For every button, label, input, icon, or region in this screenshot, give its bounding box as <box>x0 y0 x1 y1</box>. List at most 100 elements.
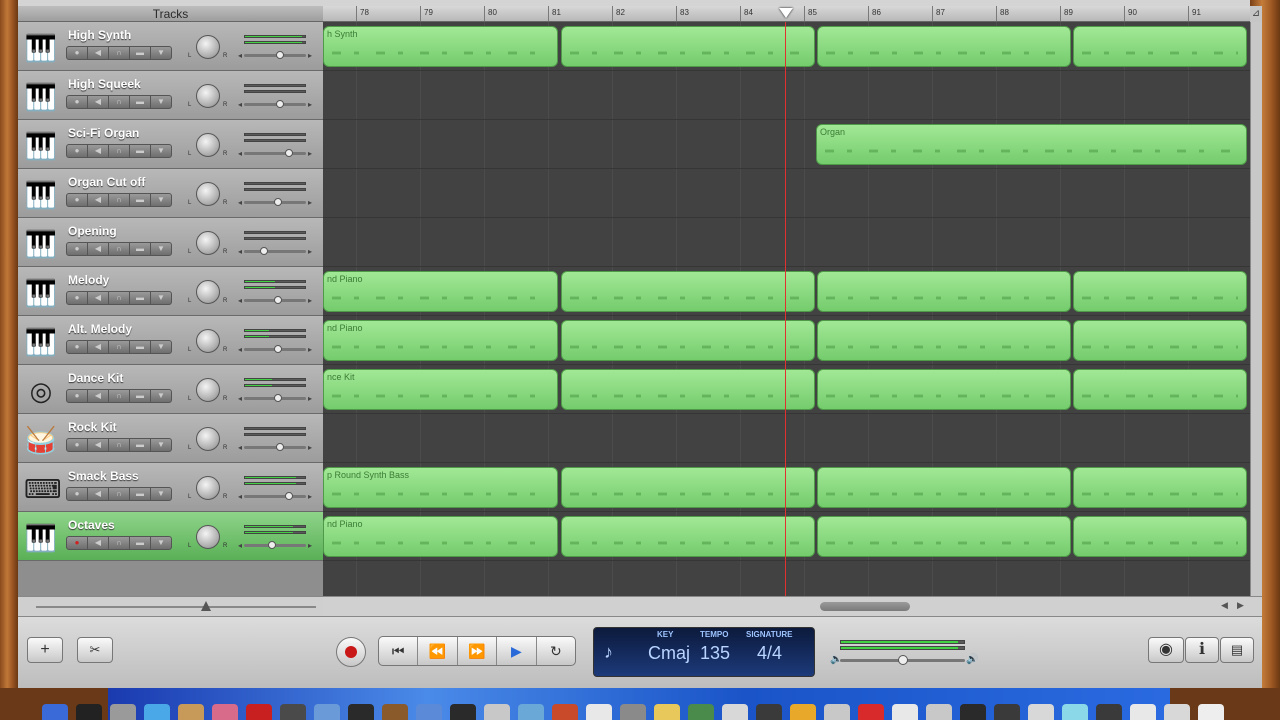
dock-app-icon[interactable] <box>1164 704 1190 720</box>
dock-app-icon[interactable] <box>960 704 986 720</box>
midi-region[interactable] <box>817 369 1071 410</box>
dock-app-icon[interactable] <box>552 704 578 720</box>
headphones-icon[interactable]: ∩ <box>109 341 130 353</box>
dock-app-icon[interactable] <box>110 704 136 720</box>
dock-app-icon[interactable] <box>620 704 646 720</box>
midi-region[interactable] <box>1073 516 1247 557</box>
lock-icon[interactable]: ▬ <box>130 292 151 304</box>
midi-region[interactable] <box>1073 320 1247 361</box>
automation-disclosure-icon[interactable]: ▼ <box>151 194 171 206</box>
track-volume-slider[interactable] <box>244 247 306 255</box>
record-enable-icon[interactable]: ● <box>67 145 88 157</box>
track-volume-slider[interactable] <box>244 394 306 402</box>
automation-disclosure-icon[interactable]: ▼ <box>151 292 171 304</box>
midi-region[interactable] <box>817 320 1071 361</box>
track-header[interactable]: ◎ Dance Kit ● ◀ ∩ ▬ ▼ L R ◂ ▸ <box>18 365 323 414</box>
dock-app-icon[interactable] <box>586 704 612 720</box>
track-lane[interactable] <box>323 169 1250 218</box>
lock-icon[interactable]: ▬ <box>130 145 151 157</box>
record-enable-icon[interactable]: ● <box>67 243 88 255</box>
mute-icon[interactable]: ◀ <box>88 488 109 500</box>
dock-app-icon[interactable] <box>756 704 782 720</box>
mute-icon[interactable]: ◀ <box>88 47 109 59</box>
rewind-button[interactable]: ⏪ <box>418 637 458 665</box>
pan-knob[interactable] <box>196 280 220 304</box>
dock-app-icon[interactable] <box>1062 704 1088 720</box>
dock-app-icon[interactable] <box>926 704 952 720</box>
lcd-display[interactable]: ♪ KEY Cmaj TEMPO 135 SIGNATURE 4/4 <box>593 627 815 677</box>
automation-disclosure-icon[interactable]: ▼ <box>151 47 171 59</box>
track-name[interactable]: Melody <box>68 273 109 287</box>
midi-region[interactable]: Organ <box>816 124 1247 165</box>
pan-knob[interactable] <box>196 329 220 353</box>
midi-region[interactable] <box>561 369 815 410</box>
lock-icon[interactable]: ▬ <box>130 194 151 206</box>
lock-icon[interactable]: ▬ <box>130 488 151 500</box>
dock-app-icon[interactable] <box>246 704 272 720</box>
pan-knob[interactable] <box>196 525 220 549</box>
fast-forward-button[interactable]: ⏩ <box>458 637 498 665</box>
track-name[interactable]: Rock Kit <box>68 420 117 434</box>
track-lane[interactable] <box>323 414 1250 463</box>
pan-knob[interactable] <box>196 231 220 255</box>
pan-knob[interactable] <box>196 378 220 402</box>
dock-app-icon[interactable] <box>484 704 510 720</box>
ruler-toggle-icon[interactable]: ⊿ <box>1250 6 1262 22</box>
midi-region[interactable]: nce Kit <box>323 369 558 410</box>
automation-disclosure-icon[interactable]: ▼ <box>151 145 171 157</box>
info-button[interactable]: ℹ <box>1185 637 1219 663</box>
lock-icon[interactable]: ▬ <box>130 243 151 255</box>
dock-app-icon[interactable] <box>654 704 680 720</box>
record-enable-icon[interactable]: ● <box>67 96 88 108</box>
lock-icon[interactable]: ▬ <box>130 439 151 451</box>
loop-browser-eye-button[interactable]: ◉ <box>1148 637 1184 663</box>
headphones-icon[interactable]: ∩ <box>109 292 130 304</box>
track-volume-knob[interactable] <box>276 443 285 451</box>
track-volume-slider[interactable] <box>244 198 306 206</box>
automation-disclosure-icon[interactable]: ▼ <box>151 439 171 451</box>
track-header[interactable]: 🎹 Sci-Fi Organ ● ◀ ∩ ▬ ▼ L R ◂ ▸ <box>18 120 323 169</box>
go-to-beginning-button[interactable]: ⏮ <box>379 637 419 665</box>
midi-region[interactable]: p Round Synth Bass <box>323 467 558 508</box>
lock-icon[interactable]: ▬ <box>130 47 151 59</box>
midi-region[interactable] <box>1073 271 1247 312</box>
vertical-scrollbar[interactable] <box>1250 22 1262 596</box>
headphones-icon[interactable]: ∩ <box>109 390 130 402</box>
record-enable-icon[interactable]: ● <box>67 439 88 451</box>
headphones-icon[interactable]: ∩ <box>109 488 130 500</box>
track-lane[interactable]: nd Piano <box>323 267 1250 316</box>
track-name[interactable]: Opening <box>68 224 117 238</box>
track-header[interactable]: 🎹 Organ Cut off ● ◀ ∩ ▬ ▼ L R ◂ ▸ <box>18 169 323 218</box>
track-header[interactable]: 🥁 Rock Kit ● ◀ ∩ ▬ ▼ L R ◂ ▸ <box>18 414 323 463</box>
track-volume-slider[interactable] <box>244 492 306 500</box>
media-browser-button[interactable]: ▤ <box>1220 637 1254 663</box>
dock-app-icon[interactable] <box>280 704 306 720</box>
dock-app-icon[interactable] <box>382 704 408 720</box>
scroll-thumb[interactable] <box>820 602 910 611</box>
play-button[interactable]: ▶ <box>497 637 537 665</box>
pan-knob[interactable] <box>196 133 220 157</box>
mute-icon[interactable]: ◀ <box>88 194 109 206</box>
track-name[interactable]: Alt. Melody <box>68 322 132 336</box>
midi-region[interactable] <box>1073 369 1247 410</box>
track-header[interactable]: 🎹 Melody ● ◀ ∩ ▬ ▼ L R ◂ ▸ <box>18 267 323 316</box>
mute-icon[interactable]: ◀ <box>88 96 109 108</box>
track-volume-slider[interactable] <box>244 345 306 353</box>
track-volume-knob[interactable] <box>276 100 285 108</box>
playhead-handle[interactable] <box>779 8 793 18</box>
track-header[interactable]: 🎹 High Squeek ● ◀ ∩ ▬ ▼ L R ◂ ▸ <box>18 71 323 120</box>
track-volume-slider[interactable] <box>244 149 306 157</box>
dock-app-icon[interactable] <box>518 704 544 720</box>
track-volume-knob[interactable] <box>284 149 293 157</box>
pan-knob[interactable] <box>196 427 220 451</box>
pan-knob[interactable] <box>196 476 220 500</box>
record-enable-icon[interactable]: ● <box>67 194 88 206</box>
midi-region[interactable] <box>817 26 1071 67</box>
dock-app-icon[interactable] <box>790 704 816 720</box>
arrange-area[interactable]: h Synth Organ nd Piano nd Piano nce Kit p Rou… <box>323 22 1250 596</box>
track-name[interactable]: High Squeek <box>68 77 141 91</box>
headphones-icon[interactable]: ∩ <box>109 439 130 451</box>
track-header[interactable]: 🎹 High Synth ● ◀ ∩ ▬ ▼ L R ◂ ▸ <box>18 22 323 71</box>
track-header[interactable]: 🎹 Alt. Melody ● ◀ ∩ ▬ ▼ L R ◂ ▸ <box>18 316 323 365</box>
record-enable-icon[interactable]: ● <box>67 292 88 304</box>
